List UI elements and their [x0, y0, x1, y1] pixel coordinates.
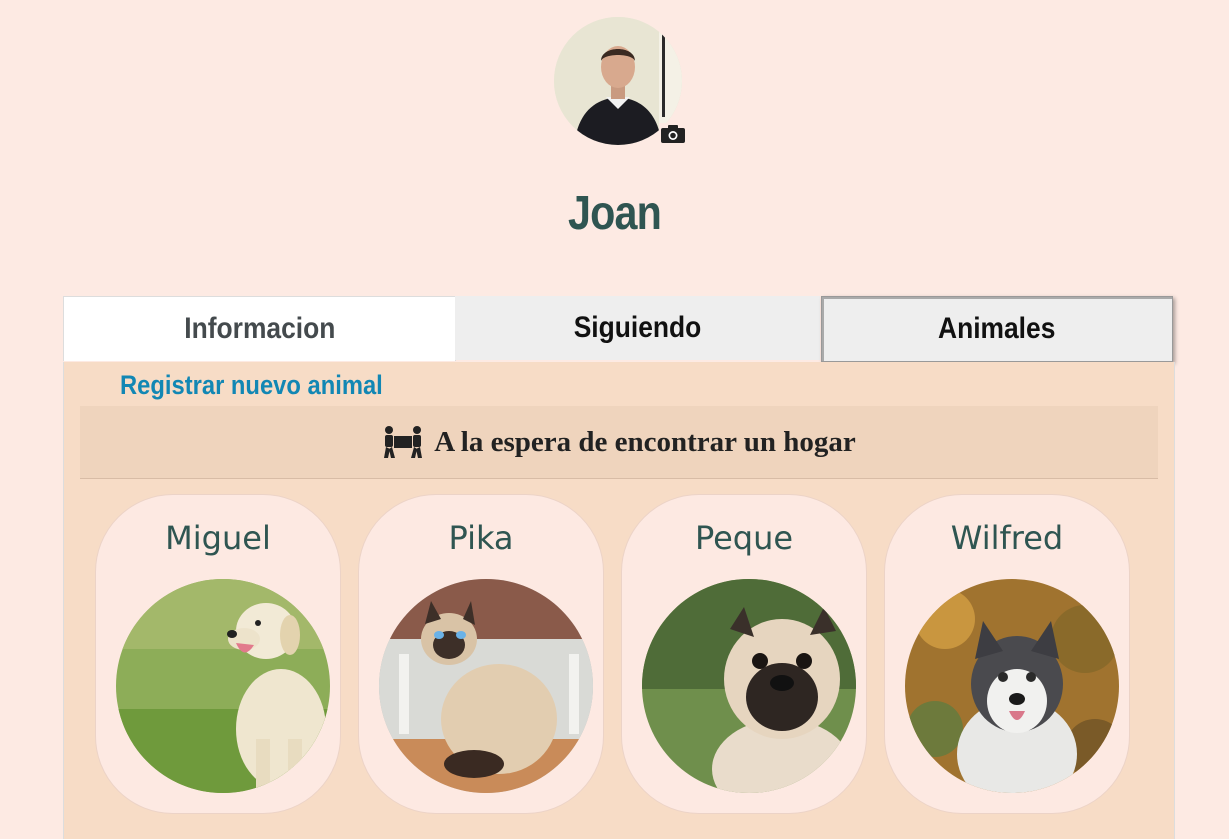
section-header: A la espera de encontrar un hogar: [80, 406, 1158, 479]
tab-animales[interactable]: Animales: [821, 296, 1173, 362]
user-name: Joan: [568, 187, 662, 240]
pug-photo: [642, 579, 856, 793]
profile-tabs: Informacion Siguiendo Animales: [63, 296, 1173, 363]
tab-label: Animales: [938, 312, 1056, 345]
golden-retriever-photo: [116, 579, 330, 793]
people-carrying-box-icon: [382, 425, 424, 459]
animal-name: Pika: [448, 519, 514, 557]
animal-card[interactable]: Pika: [358, 494, 604, 814]
animal-card[interactable]: Peque: [621, 494, 867, 814]
tab-informacion[interactable]: Informacion: [63, 296, 456, 361]
husky-photo: [905, 579, 1119, 793]
siamese-cat-photo: [379, 579, 593, 793]
animal-name: Wilfred: [950, 519, 1064, 557]
camera-icon[interactable]: [659, 123, 687, 145]
animal-name: Peque: [694, 519, 794, 557]
avatar-container: [554, 17, 687, 145]
profile-page: Joan Informacion Siguiendo Animales Regi…: [0, 0, 1229, 839]
register-animal-link[interactable]: Registrar nuevo animal: [120, 370, 383, 401]
animal-name: Miguel: [165, 519, 271, 557]
tab-label: Siguiendo: [573, 311, 702, 344]
animal-card[interactable]: Wilfred: [884, 494, 1130, 814]
tab-label: Informacion: [183, 312, 336, 345]
animals-panel: Registrar nuevo animal A la espera de en…: [63, 362, 1175, 839]
section-title: A la espera de encontrar un hogar: [434, 425, 856, 458]
tab-siguiendo[interactable]: Siguiendo: [455, 296, 820, 360]
animal-card[interactable]: Miguel: [95, 494, 341, 814]
